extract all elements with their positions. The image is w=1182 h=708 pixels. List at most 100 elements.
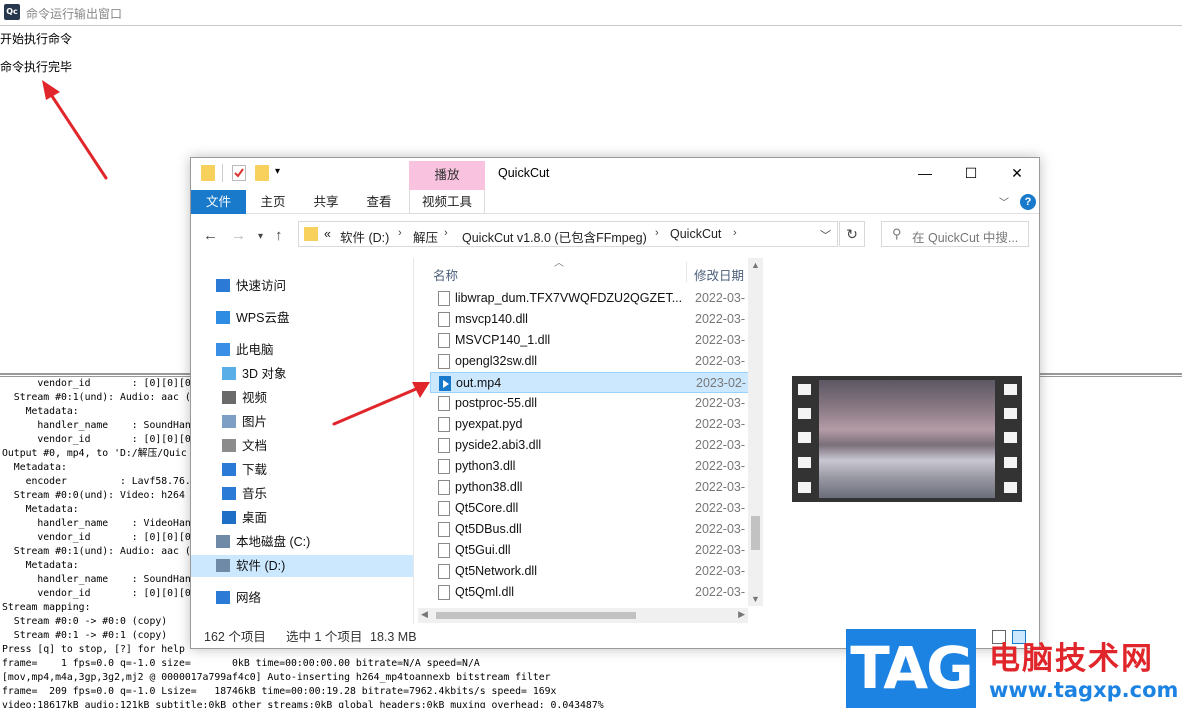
horizontal-scrollbar[interactable]: ◀ ▶ — [418, 608, 748, 623]
file-row[interactable]: python38.dll 2022-03- — [430, 477, 760, 498]
tab-video-tools[interactable]: 视频工具 — [409, 190, 485, 214]
nav-item[interactable]: 本地磁盘 (C:) — [216, 531, 310, 553]
scroll-thumb-horizontal[interactable] — [436, 612, 636, 619]
nav-item-label: 下载 — [242, 463, 268, 477]
file-row[interactable]: libwrap_dum.TFX7VWQFDZU2QGZET... 2022-03- — [430, 288, 760, 309]
screen: Qc 命令运行输出窗口 开始执行命令 命令执行完毕 vendor_id : [0… — [0, 0, 1182, 708]
chevron-right-icon[interactable]: › — [733, 227, 737, 239]
customize-quick-access-icon[interactable]: ▾ — [275, 166, 280, 177]
nav-item-label: 桌面 — [242, 511, 268, 525]
nav-item[interactable]: 视频 — [222, 387, 267, 409]
folder-icon — [304, 227, 318, 241]
file-row[interactable]: Qt5Gui.dll 2022-03- — [430, 540, 760, 561]
nav-item-label: 软件 (D:) — [236, 559, 286, 573]
file-name: Qt5Network.dll — [455, 564, 537, 578]
video-icon — [222, 391, 236, 404]
breadcrumb-quickcut-version[interactable]: QuickCut v1.8.0 (已包含FFmpeg) — [462, 227, 647, 246]
explorer-title: QuickCut — [498, 166, 550, 180]
nav-item[interactable]: 文档 — [222, 435, 267, 457]
file-date: 2022-03- — [695, 417, 746, 431]
chevron-right-icon[interactable]: › — [398, 227, 402, 239]
file-row[interactable]: opengl32sw.dll 2022-03- — [430, 351, 760, 372]
nav-item[interactable]: 软件 (D:) — [191, 555, 413, 577]
file-row[interactable]: Qt5Qml.dll 2022-03- — [430, 582, 760, 603]
file-row[interactable]: Qt5Core.dll 2022-03- — [430, 498, 760, 519]
nav-item-label: 3D 对象 — [242, 367, 287, 381]
nav-item[interactable]: 音乐 — [222, 483, 267, 505]
status-selected: 选中 1 个项目 — [286, 630, 363, 644]
scroll-right-icon[interactable]: ▶ — [738, 609, 745, 620]
film-sprocket — [1004, 482, 1017, 493]
navigation-bar: ← → ▾ ↑ « 软件 (D:) › 解压 › QuickCut v1.8.0… — [191, 214, 1039, 258]
tab-file[interactable]: 文件 — [191, 190, 246, 214]
address-bar[interactable]: « 软件 (D:) › 解压 › QuickCut v1.8.0 (已包含FFm… — [298, 221, 838, 247]
chevron-down-icon[interactable]: ﹀ — [999, 194, 1009, 209]
file-row[interactable]: out.mp4 2023-02- — [430, 372, 760, 393]
file-row[interactable]: MSVCP140_1.dll 2022-03- — [430, 330, 760, 351]
file-row[interactable]: Qt5Network.dll 2022-03- — [430, 561, 760, 582]
nav-item[interactable]: 桌面 — [222, 507, 267, 529]
tab-view[interactable]: 查看 — [355, 190, 403, 214]
recent-locations-icon[interactable]: ▾ — [258, 231, 263, 242]
scroll-left-icon[interactable]: ◀ — [421, 609, 428, 620]
file-name: MSVCP140_1.dll — [455, 333, 551, 347]
file-row[interactable]: Qt5DBus.dll 2022-03- — [430, 519, 760, 540]
file-date: 2022-03- — [695, 459, 746, 473]
cube-icon — [222, 367, 236, 380]
output-window-titlebar[interactable]: Qc 命令运行输出窗口 — [0, 0, 1182, 26]
nav-item-label: 本地磁盘 (C:) — [236, 535, 311, 549]
minimize-button[interactable]: — — [902, 158, 948, 188]
nav-item-label: 此电脑 — [236, 343, 274, 357]
file-name: pyside2.abi3.dll — [455, 438, 542, 452]
scroll-thumb[interactable] — [751, 516, 760, 550]
nav-item[interactable]: WPS云盘 — [216, 307, 289, 329]
nav-item[interactable]: 3D 对象 — [222, 363, 286, 385]
new-folder-icon[interactable] — [255, 165, 269, 181]
output-line-start: 开始执行命令 — [0, 32, 73, 46]
column-header-date[interactable]: 修改日期 — [694, 265, 744, 284]
file-row[interactable]: python3.dll 2022-03- — [430, 456, 760, 477]
help-icon[interactable]: ? — [1020, 194, 1036, 210]
file-row[interactable]: pyexpat.pyd 2022-03- — [430, 414, 760, 435]
file-row[interactable]: pyside2.abi3.dll 2022-03- — [430, 435, 760, 456]
vertical-scrollbar[interactable]: ▲ ▼ — [748, 258, 763, 606]
breadcrumb-quickcut[interactable]: QuickCut — [670, 227, 721, 241]
properties-icon[interactable] — [232, 165, 246, 181]
nav-item[interactable]: 快速访问 — [216, 275, 286, 297]
maximize-button[interactable]: ☐ — [948, 158, 994, 188]
address-dropdown-icon[interactable]: ﹀ — [820, 227, 831, 243]
watermark-url: www.tagxp.com — [989, 678, 1179, 702]
up-arrow-icon[interactable]: ↑ — [275, 227, 283, 244]
pane-splitter[interactable] — [413, 258, 414, 624]
close-button[interactable]: ✕ — [994, 158, 1039, 188]
nav-item[interactable]: 图片 — [222, 411, 267, 433]
nav-item[interactable]: 此电脑 — [216, 339, 274, 361]
chevron-right-icon[interactable]: › — [655, 227, 659, 239]
file-row[interactable]: msvcp140.dll 2022-03- — [430, 309, 760, 330]
tab-home[interactable]: 主页 — [249, 190, 297, 214]
nav-item[interactable]: 下载 — [222, 459, 267, 481]
chevron-right-icon[interactable]: › — [444, 227, 448, 239]
tab-share[interactable]: 共享 — [302, 190, 350, 214]
scroll-up-icon[interactable]: ▲ — [751, 260, 760, 270]
nav-item-label: 快速访问 — [236, 279, 287, 293]
breadcrumb-unzip[interactable]: 解压 — [413, 227, 438, 246]
back-arrow-icon[interactable]: ← — [203, 227, 218, 244]
column-header-name[interactable]: 名称 — [433, 265, 458, 284]
breadcrumb-drive-d[interactable]: 软件 (D:) — [340, 227, 389, 246]
breadcrumb-prefix[interactable]: « — [324, 227, 331, 241]
nav-item-label: 网络 — [236, 591, 262, 605]
file-date: 2022-03- — [695, 354, 746, 368]
file-row[interactable]: postproc-55.dll 2022-03- — [430, 393, 760, 414]
scroll-down-icon[interactable]: ▼ — [751, 594, 760, 604]
watermark-tag-logo: TAG — [846, 629, 976, 708]
refresh-button[interactable]: ↻ — [839, 221, 865, 247]
nav-item[interactable]: 网络 — [216, 587, 261, 609]
context-tab-play[interactable]: 播放 — [409, 161, 485, 190]
forward-arrow-icon[interactable]: → — [231, 227, 246, 244]
file-name: Qt5Qml.dll — [455, 585, 515, 599]
search-box[interactable]: ⚲ 在 QuickCut 中搜... — [881, 221, 1029, 247]
file-icon — [438, 396, 450, 411]
column-divider[interactable] — [686, 262, 687, 282]
explorer-titlebar[interactable]: ▾ 播放 QuickCut — ☐ ✕ — [191, 158, 1039, 190]
